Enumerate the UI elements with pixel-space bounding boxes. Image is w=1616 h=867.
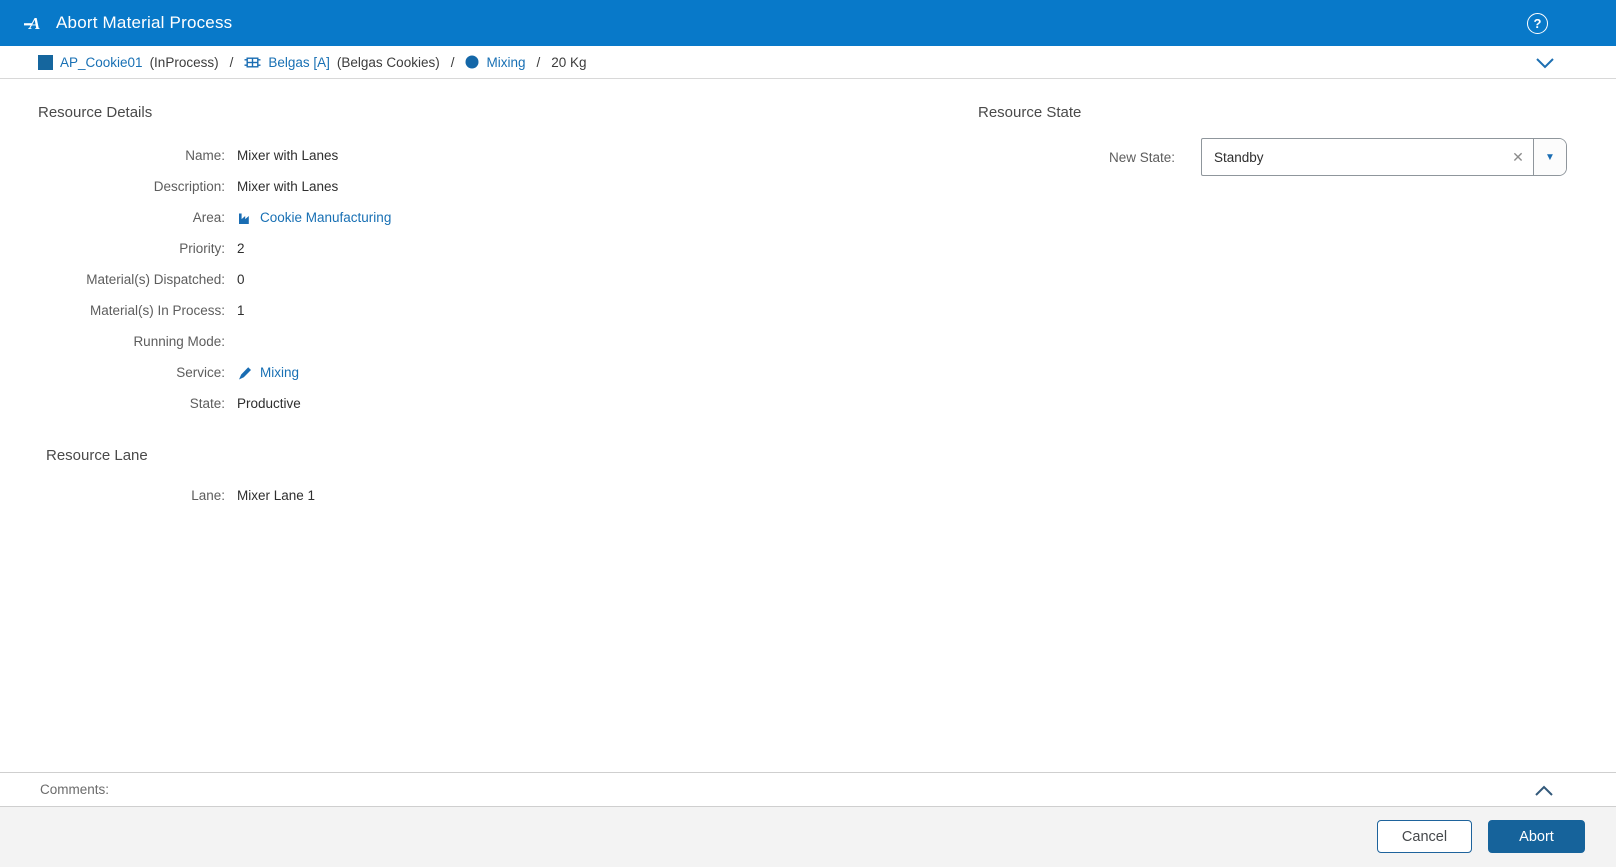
field-label: Lane:	[191, 488, 225, 503]
field-label: Area:	[192, 210, 225, 225]
comments-bar[interactable]: Comments:	[0, 772, 1616, 807]
abort-button[interactable]: Abort	[1488, 820, 1585, 853]
cancel-button[interactable]: Cancel	[1377, 820, 1472, 853]
field-row-running-mode: Running Mode:	[38, 326, 391, 357]
field-row-description: Description: Mixer with Lanes	[38, 171, 391, 202]
service-link[interactable]: Mixing	[237, 365, 299, 381]
area-link[interactable]: Cookie Manufacturing	[237, 210, 391, 226]
field-value: Mixer Lane 1	[237, 488, 316, 503]
new-state-label: New State:	[1108, 149, 1175, 165]
field-row-area: Area: Cookie Manufacturing	[38, 202, 392, 233]
dropdown-arrow-icon[interactable]: ▼	[1534, 139, 1566, 175]
field-label: Description:	[153, 179, 225, 194]
chevron-up-icon[interactable]	[1532, 780, 1556, 800]
field-value: Productive	[237, 396, 301, 411]
resource-state-section: Resource State New State: Standby ✕ ▼	[978, 104, 1576, 176]
breadcrumb-separator: /	[229, 54, 234, 70]
field-row-lane: Lane: Mixer Lane 1	[38, 480, 315, 511]
field-label: Name:	[185, 148, 225, 163]
field-row-materials-dispatched: Material(s) Dispatched: 0	[38, 264, 391, 295]
page-title: Abort Material Process	[56, 13, 233, 32]
breadcrumb-lot-link[interactable]: AP_Cookie01	[60, 55, 143, 70]
field-row-service: Service: Mixing	[38, 357, 391, 388]
new-state-value[interactable]: Standby	[1202, 139, 1503, 175]
abort-icon: A	[23, 11, 47, 35]
factory-icon	[237, 210, 253, 226]
field-row-priority: Priority: 2	[38, 233, 391, 264]
field-label: Material(s) Dispatched:	[86, 272, 225, 287]
field-value: Mixer with Lanes	[237, 148, 339, 163]
lot-square-icon	[38, 54, 53, 70]
field-label: Service:	[176, 365, 225, 380]
resource-state-title: Resource State	[978, 104, 1082, 121]
comments-label: Comments:	[40, 782, 110, 797]
field-value: 1	[237, 303, 245, 318]
resource-details-title: Resource Details	[38, 104, 153, 121]
area-link-label: Cookie Manufacturing	[260, 210, 392, 225]
resource-details-section: Resource Details Name: Mixer with Lanes …	[38, 104, 391, 419]
action-footer: Cancel Abort	[0, 807, 1616, 867]
step-circle-icon	[465, 55, 479, 69]
breadcrumb-lot-state: (InProcess)	[149, 54, 219, 70]
field-value: Mixer with Lanes	[237, 179, 339, 194]
chevron-down-icon[interactable]	[1534, 53, 1556, 73]
breadcrumb-product-desc: (Belgas Cookies)	[336, 54, 440, 70]
field-row-name: Name: Mixer with Lanes	[38, 140, 391, 171]
abort-material-process-page: A Abort Material Process ? AP_Cookie01 (…	[0, 0, 1616, 867]
title-bar: A Abort Material Process ?	[0, 0, 1616, 46]
breadcrumb-quantity: 20 Kg	[551, 54, 587, 70]
breadcrumb-separator: /	[536, 54, 541, 70]
field-row-state: State: Productive	[38, 388, 391, 419]
field-label: State:	[189, 396, 225, 411]
breadcrumb-product-link[interactable]: Belgas [A]	[268, 55, 330, 70]
field-value: 2	[237, 241, 245, 256]
resource-lane-section: Resource Lane Lane: Mixer Lane 1	[38, 447, 315, 511]
field-row-materials-in-process: Material(s) In Process: 1	[38, 295, 391, 326]
field-label: Running Mode:	[133, 334, 225, 349]
svg-text:A: A	[28, 14, 40, 33]
clear-icon[interactable]: ✕	[1503, 139, 1533, 175]
main-content: Resource Details Name: Mixer with Lanes …	[0, 79, 1616, 772]
resource-lane-title: Resource Lane	[46, 447, 148, 464]
field-label: Priority:	[179, 241, 225, 256]
breadcrumb-separator: /	[450, 54, 455, 70]
field-label: Material(s) In Process:	[89, 303, 225, 318]
breadcrumb-step-link[interactable]: Mixing	[486, 55, 525, 70]
field-value: 0	[237, 272, 245, 287]
service-link-label: Mixing	[260, 365, 300, 380]
breadcrumb: AP_Cookie01 (InProcess) / Belgas [A] (Be…	[0, 46, 1616, 79]
help-icon[interactable]: ?	[1527, 13, 1548, 34]
service-pen-icon	[237, 365, 253, 381]
product-grid-icon	[244, 54, 261, 70]
new-state-combobox[interactable]: Standby ✕ ▼	[1201, 138, 1567, 176]
